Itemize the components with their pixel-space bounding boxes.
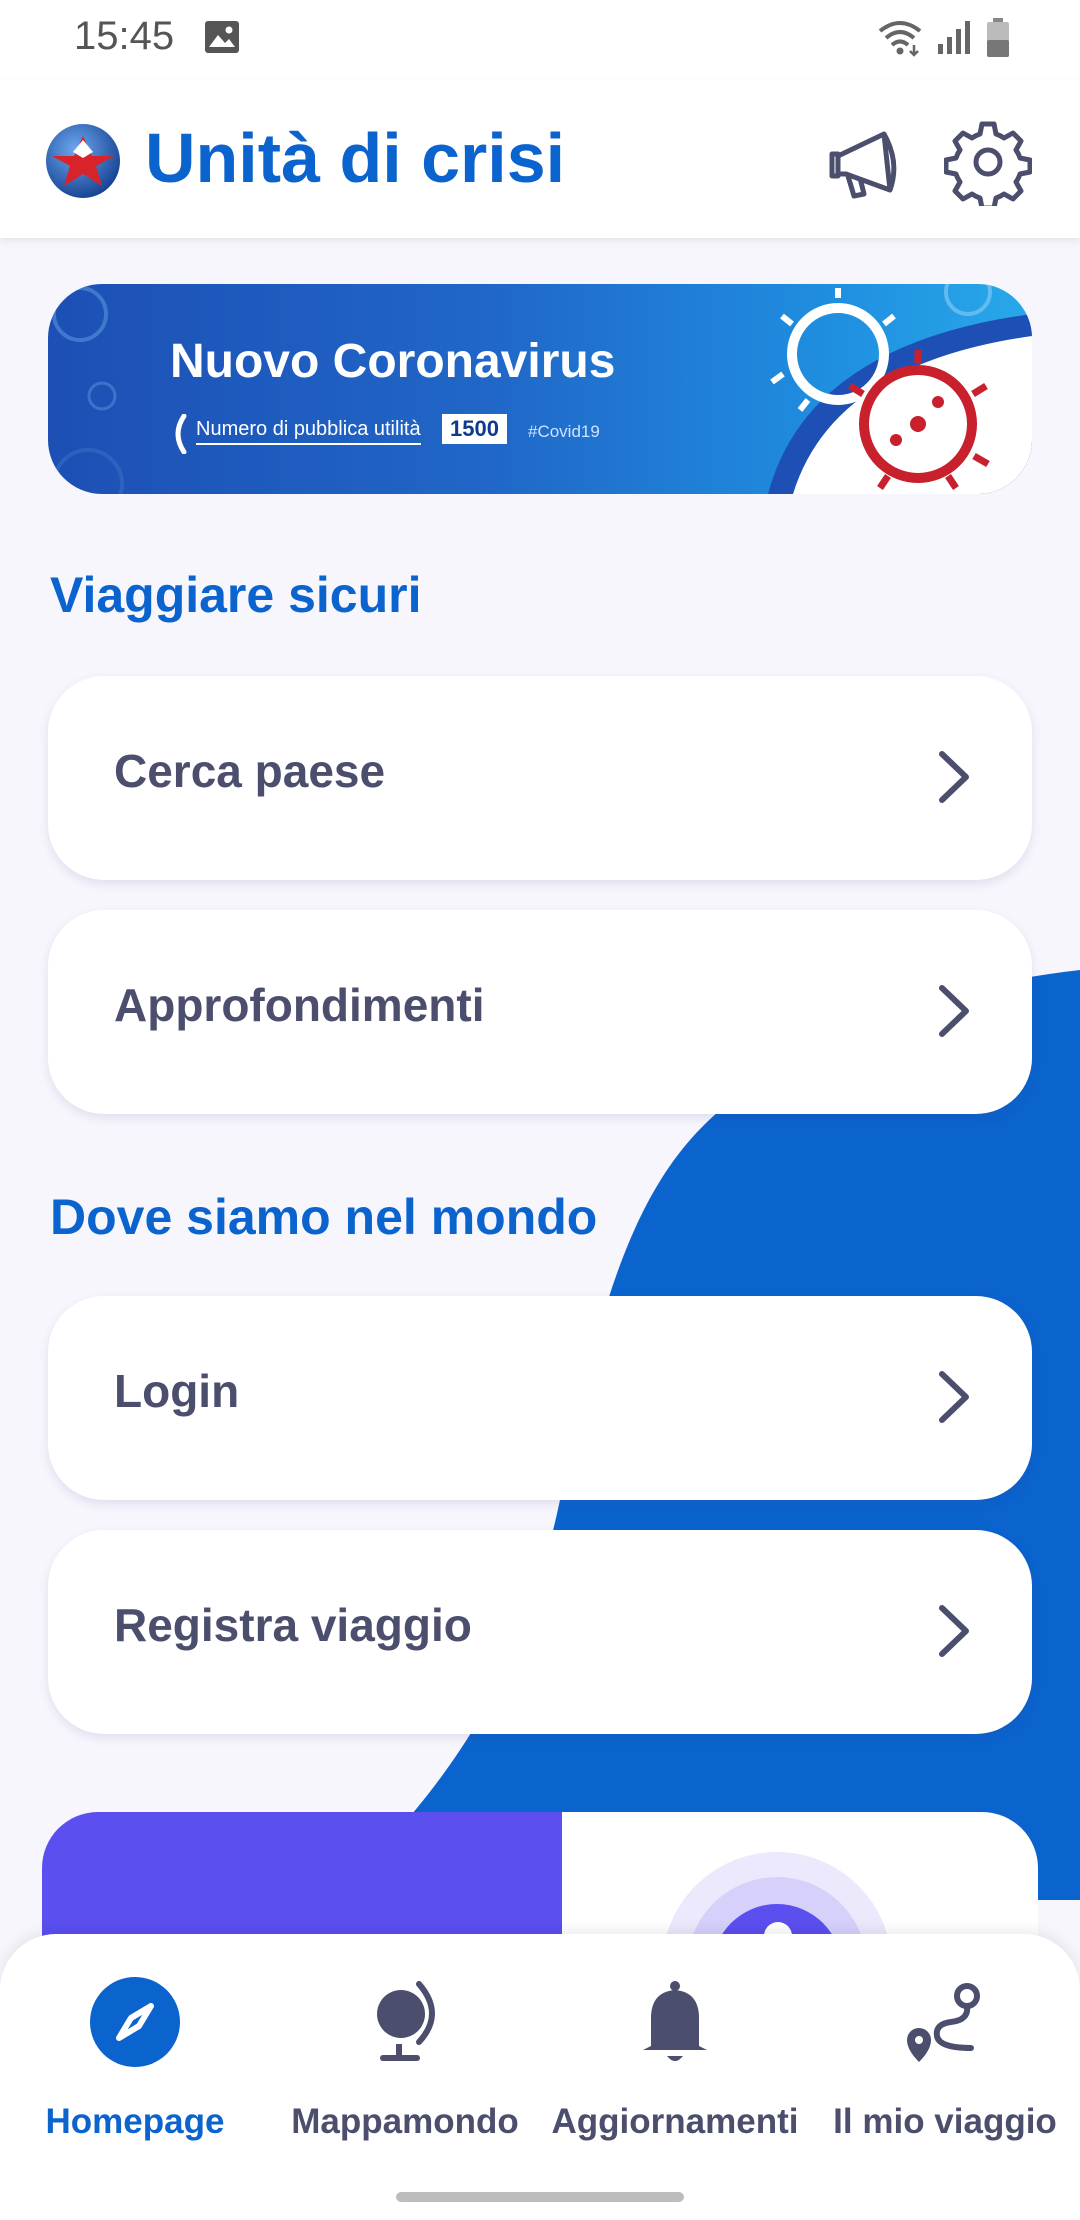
chevron-right-icon bbox=[936, 1368, 972, 1431]
phone-icon bbox=[170, 413, 190, 459]
route-icon bbox=[897, 1974, 993, 2070]
nav-label: Mappamondo bbox=[291, 2102, 519, 2141]
battery-icon bbox=[986, 18, 1010, 63]
nav-label: Il mio viaggio bbox=[833, 2102, 1057, 2141]
status-time: 15:45 bbox=[74, 14, 175, 58]
nav-mappamondo[interactable]: Mappamondo bbox=[270, 1974, 540, 2174]
banner-title: Nuovo Coronavirus bbox=[170, 335, 616, 388]
virus-illustration bbox=[52, 284, 1032, 494]
gear-icon bbox=[943, 118, 1033, 211]
banner-subtitle: Numero di pubblica utilità bbox=[196, 418, 421, 445]
image-notification-icon bbox=[204, 20, 240, 59]
menu-item-cerca-paese[interactable]: Cerca paese bbox=[48, 676, 1032, 880]
chevron-right-icon bbox=[936, 1602, 972, 1665]
coronavirus-banner[interactable]: Nuovo Coronavirus Numero di pubblica uti… bbox=[48, 284, 1032, 494]
bell-icon bbox=[627, 1974, 723, 2070]
nav-homepage[interactable]: Homepage bbox=[0, 1974, 270, 2174]
home-indicator[interactable] bbox=[396, 2192, 684, 2202]
wifi-icon bbox=[876, 19, 924, 62]
menu-item-label: Approfondimenti bbox=[114, 979, 485, 1031]
menu-item-registra-viaggio[interactable]: Registra viaggio bbox=[48, 1530, 1032, 1734]
menu-item-label: Login bbox=[114, 1365, 240, 1417]
section-title-dove-siamo-nel-mondo: Dove siamo nel mondo bbox=[50, 1189, 598, 1245]
app-title: Unità di crisi bbox=[145, 119, 566, 197]
banner-hashtag: #Covid19 bbox=[528, 422, 600, 441]
compass-icon bbox=[87, 1974, 183, 2070]
globe-icon bbox=[357, 1974, 453, 2070]
status-bar: 15:45 bbox=[0, 0, 1080, 80]
chevron-right-icon bbox=[936, 748, 972, 811]
menu-item-label: Cerca paese bbox=[114, 745, 386, 797]
menu-item-approfondimenti[interactable]: Approfondimenti bbox=[48, 910, 1032, 1114]
menu-item-label: Registra viaggio bbox=[114, 1599, 472, 1651]
announcements-button[interactable] bbox=[820, 116, 916, 212]
nav-il-mio-viaggio[interactable]: Il mio viaggio bbox=[810, 1974, 1080, 2174]
nav-label: Homepage bbox=[45, 2102, 225, 2141]
chevron-right-icon bbox=[936, 982, 972, 1045]
nav-aggiornamenti[interactable]: Aggiornamenti bbox=[540, 1974, 810, 2174]
signal-icon bbox=[936, 20, 974, 61]
section-title-viaggiare-sicuri: Viaggiare sicuri bbox=[50, 567, 422, 623]
app-header: Unità di crisi bbox=[0, 80, 1080, 238]
banner-phone-number: 1500 bbox=[442, 414, 507, 444]
megaphone-icon bbox=[824, 118, 912, 211]
bottom-navigation: Homepage Mappamondo Aggiornamenti Il mio… bbox=[0, 1934, 1080, 2220]
menu-item-login[interactable]: Login bbox=[48, 1296, 1032, 1500]
nav-label: Aggiornamenti bbox=[551, 2102, 799, 2141]
settings-button[interactable] bbox=[940, 116, 1036, 212]
unita-di-crisi-logo bbox=[44, 122, 122, 200]
